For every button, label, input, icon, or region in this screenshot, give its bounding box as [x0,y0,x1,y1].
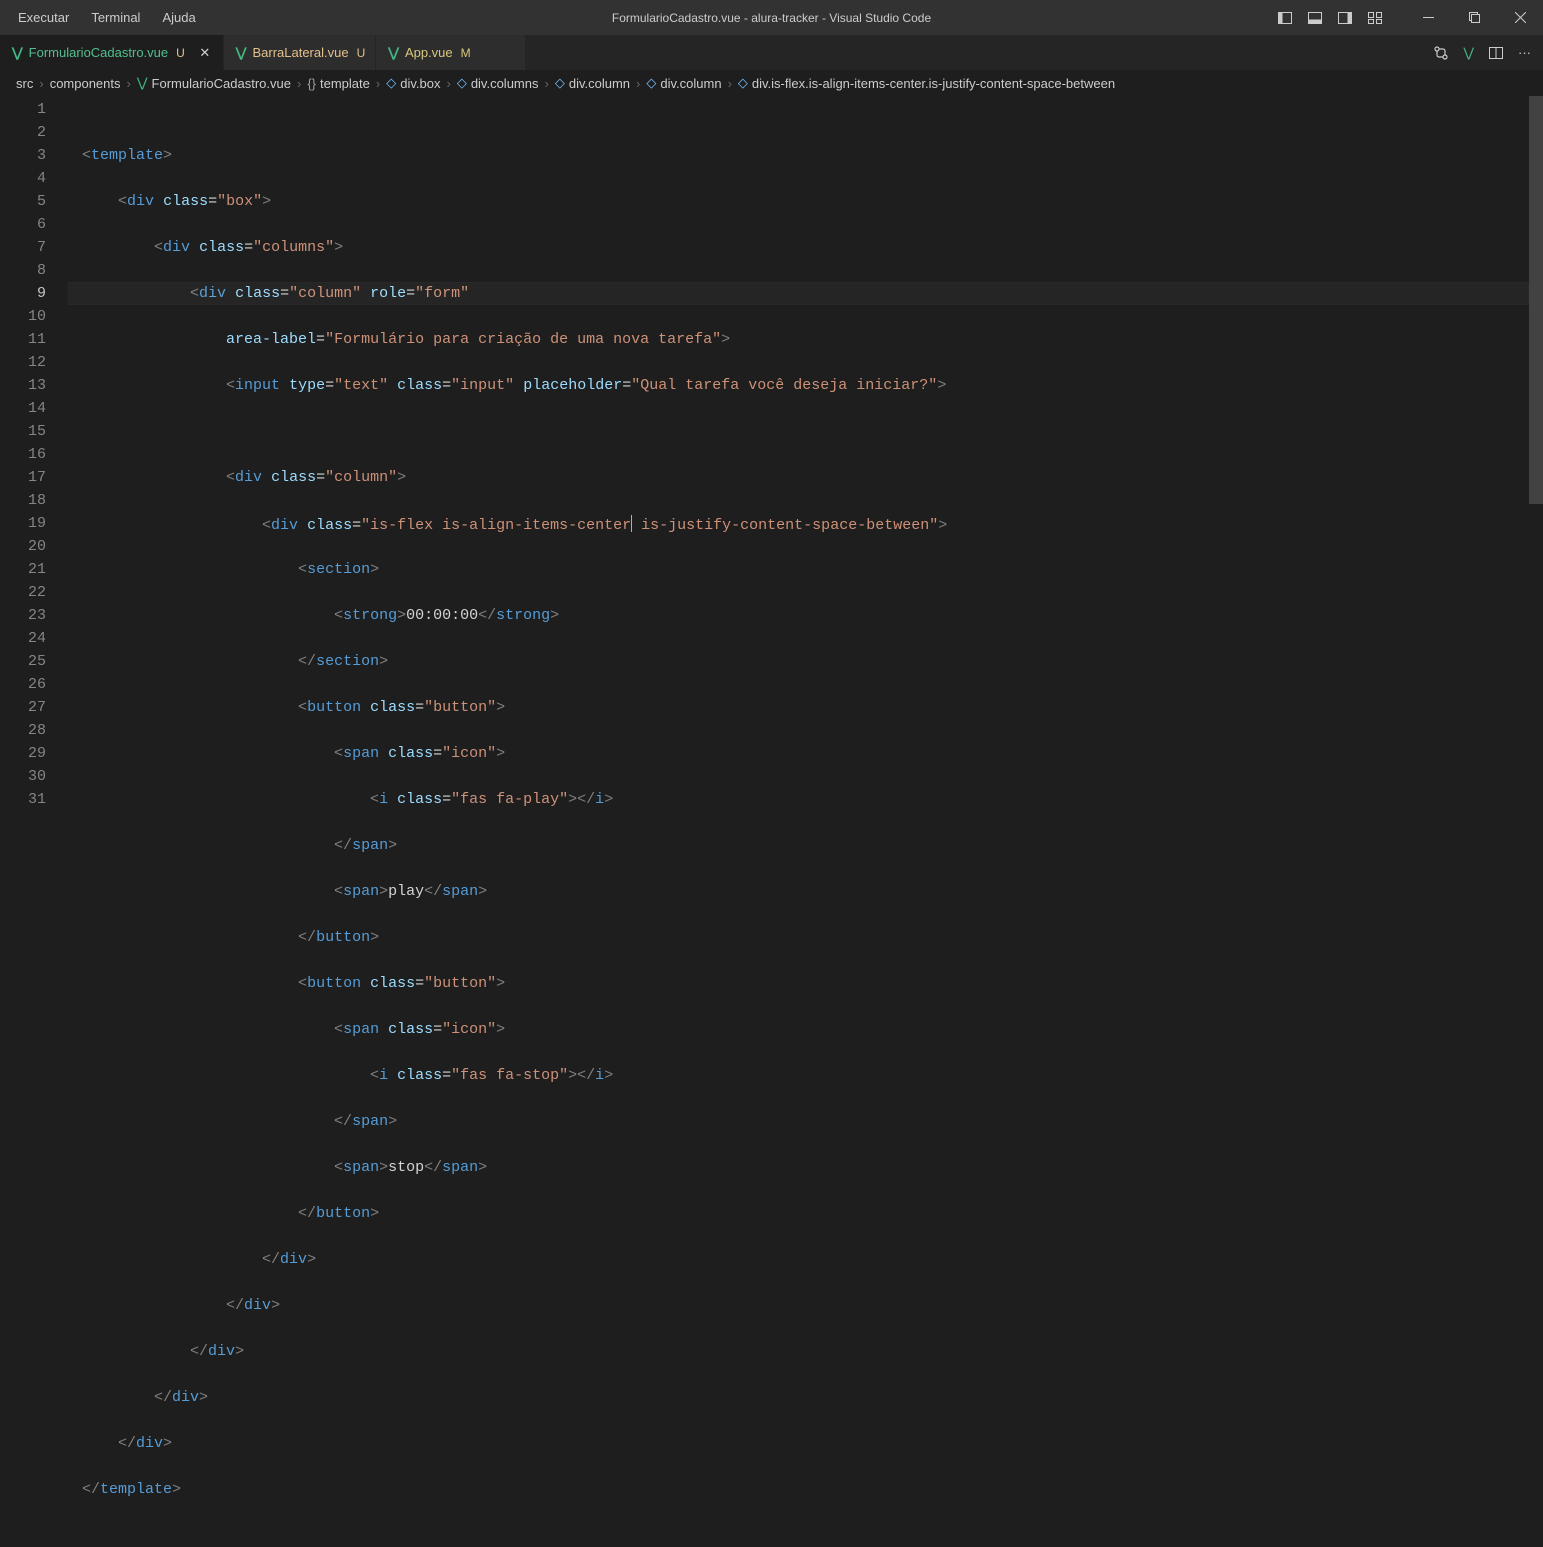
breadcrumb-src[interactable]: src [16,76,33,91]
chevron-right-icon: › [297,76,301,91]
vue-devtools-icon[interactable]: ⋁ [1463,45,1474,61]
close-icon[interactable]: ✕ [197,45,213,61]
chevron-right-icon: › [728,76,732,91]
line-number-gutter: 1 2 3 4 5 6 7 8 9 10 11 12 13 14 15 16 1… [0,96,68,838]
maximize-button[interactable] [1451,0,1497,35]
menu-terminal[interactable]: Terminal [81,6,150,29]
vertical-scrollbar[interactable] [1529,96,1543,838]
tab-formulario-cadastro[interactable]: ⋁ FormularioCadastro.vue U ✕ [0,35,224,70]
editor-area: 1 2 3 4 5 6 7 8 9 10 11 12 13 14 15 16 1… [0,96,1543,838]
window-title: FormularioCadastro.vue - alura-tracker -… [612,11,931,25]
scrollbar-thumb[interactable] [1529,96,1543,504]
tab-git-status: U [176,46,185,60]
layout-customize-icon[interactable] [1361,0,1389,35]
compare-changes-icon[interactable] [1433,45,1449,61]
tab-app[interactable]: ⋁ App.vue M [376,35,526,70]
tab-git-status: U [357,46,366,60]
chevron-right-icon: › [636,76,640,91]
minimize-button[interactable] [1405,0,1451,35]
vue-file-icon: ⋁ [236,45,247,61]
vue-file-icon: ⋁ [388,45,399,61]
menu-executar[interactable]: Executar [8,6,79,29]
breadcrumb-div-column[interactable]: ◇ div.column [555,75,630,91]
chevron-right-icon: › [376,76,380,91]
menu-ajuda[interactable]: Ajuda [152,6,205,29]
chevron-right-icon: › [39,76,43,91]
menu-bar: Executar Terminal Ajuda [8,6,206,29]
editor-tabs: ⋁ FormularioCadastro.vue U ✕ ⋁ BarraLate… [0,35,1543,70]
tab-git-status: M [461,46,471,60]
tab-label: App.vue [405,45,453,60]
split-editor-icon[interactable] [1488,45,1504,61]
layout-toggle-secondary-icon[interactable] [1331,0,1359,35]
breadcrumb-div-columns[interactable]: ◇ div.columns [457,75,539,91]
chevron-right-icon: › [127,76,131,91]
code-editor[interactable]: <template> <div class="box"> <div class=… [68,96,1543,838]
tab-label: BarraLateral.vue [252,45,348,60]
breadcrumb-file[interactable]: ⋁ FormularioCadastro.vue [137,75,291,91]
layout-toggle-panel-icon[interactable] [1301,0,1329,35]
chevron-right-icon: › [545,76,549,91]
breadcrumb: src › components › ⋁ FormularioCadastro.… [0,70,1543,96]
breadcrumb-template[interactable]: {} template [307,76,370,91]
breadcrumb-div-column-2[interactable]: ◇ div.column [646,75,721,91]
breadcrumb-div-flex[interactable]: ◇ div.is-flex.is-align-items-center.is-j… [738,75,1115,91]
more-actions-icon[interactable]: ··· [1518,45,1531,60]
tab-barra-lateral[interactable]: ⋁ BarraLateral.vue U [224,35,376,70]
window-controls [1271,0,1543,35]
breadcrumb-components[interactable]: components [50,76,121,91]
chevron-right-icon: › [446,76,450,91]
titlebar: Executar Terminal Ajuda FormularioCadast… [0,0,1543,35]
breadcrumb-div-box[interactable]: ◇ div.box [386,75,440,91]
close-button[interactable] [1497,0,1543,35]
vue-file-icon: ⋁ [12,45,23,61]
layout-toggle-sidebar-icon[interactable] [1271,0,1299,35]
tab-label: FormularioCadastro.vue [29,45,168,60]
